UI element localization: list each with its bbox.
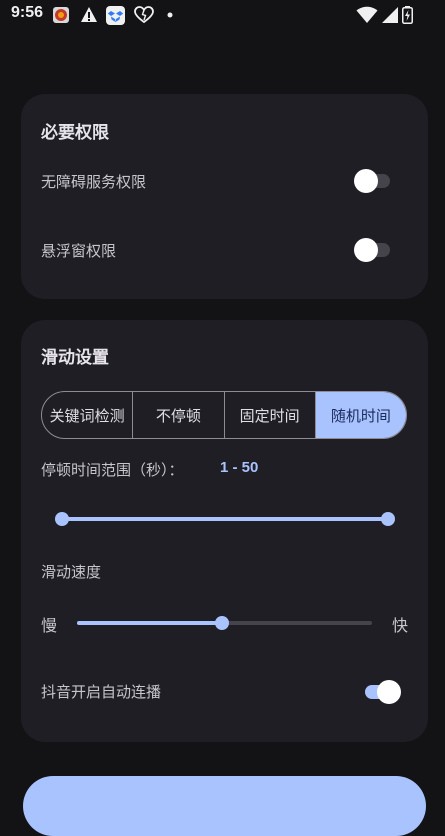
status-bar: 9:56 <box>0 0 445 30</box>
douyin-autoplay-label: 抖音开启自动连播 <box>41 683 162 701</box>
overlay-toggle-thumb <box>354 238 378 262</box>
mode-no-pause[interactable]: 不停顿 <box>133 392 225 438</box>
pause-range-max-thumb[interactable] <box>381 512 395 526</box>
scroll-speed-label: 滑动速度 <box>41 563 102 581</box>
battery-charging-icon <box>402 6 413 24</box>
scroll-speed-slider-thumb[interactable] <box>214 616 229 630</box>
scroll-settings-title: 滑动设置 <box>41 348 109 368</box>
signal-icon <box>381 6 399 24</box>
speed-fast-label: 快 <box>392 616 409 635</box>
overlay-permission-label: 悬浮窗权限 <box>41 242 117 260</box>
scroll-speed-slider-fill <box>77 621 222 625</box>
accessibility-toggle-thumb <box>354 169 378 193</box>
wifi-icon <box>356 6 378 24</box>
pause-range-slider-track[interactable] <box>62 517 388 521</box>
mode-random-time[interactable]: 随机时间 <box>315 392 406 438</box>
scroll-settings-card: 滑动设置 关键词检测 不停顿 固定时间 随机时间 停顿时间范围（秒）： 1 - … <box>21 320 428 742</box>
pause-range-value: 1 - 50 <box>220 459 259 476</box>
dot-icon <box>167 6 173 24</box>
status-time: 9:56 <box>11 4 44 21</box>
douyin-autoplay-toggle[interactable] <box>361 680 401 704</box>
heart-icon <box>134 6 154 24</box>
warning-icon <box>80 6 98 24</box>
overlay-permission-toggle[interactable] <box>354 238 394 262</box>
app-notification-icon <box>52 6 70 24</box>
scroll-mode-segmented-control: 关键词检测 不停顿 固定时间 随机时间 <box>41 391 407 439</box>
douyin-toggle-thumb <box>377 680 401 704</box>
accessibility-permission-toggle[interactable] <box>354 169 394 193</box>
dropbox-icon <box>106 5 125 25</box>
mode-fixed-time[interactable]: 固定时间 <box>225 392 316 438</box>
bottom-action-button[interactable] <box>23 776 426 836</box>
accessibility-permission-label: 无障碍服务权限 <box>41 173 147 191</box>
permissions-card: 必要权限 无障碍服务权限 悬浮窗权限 <box>21 94 428 299</box>
permissions-title: 必要权限 <box>41 123 109 143</box>
pause-range-min-thumb[interactable] <box>55 512 69 526</box>
mode-keyword-detection[interactable]: 关键词检测 <box>42 392 134 438</box>
speed-slow-label: 慢 <box>41 616 58 635</box>
pause-range-label: 停顿时间范围（秒）： <box>41 461 184 479</box>
